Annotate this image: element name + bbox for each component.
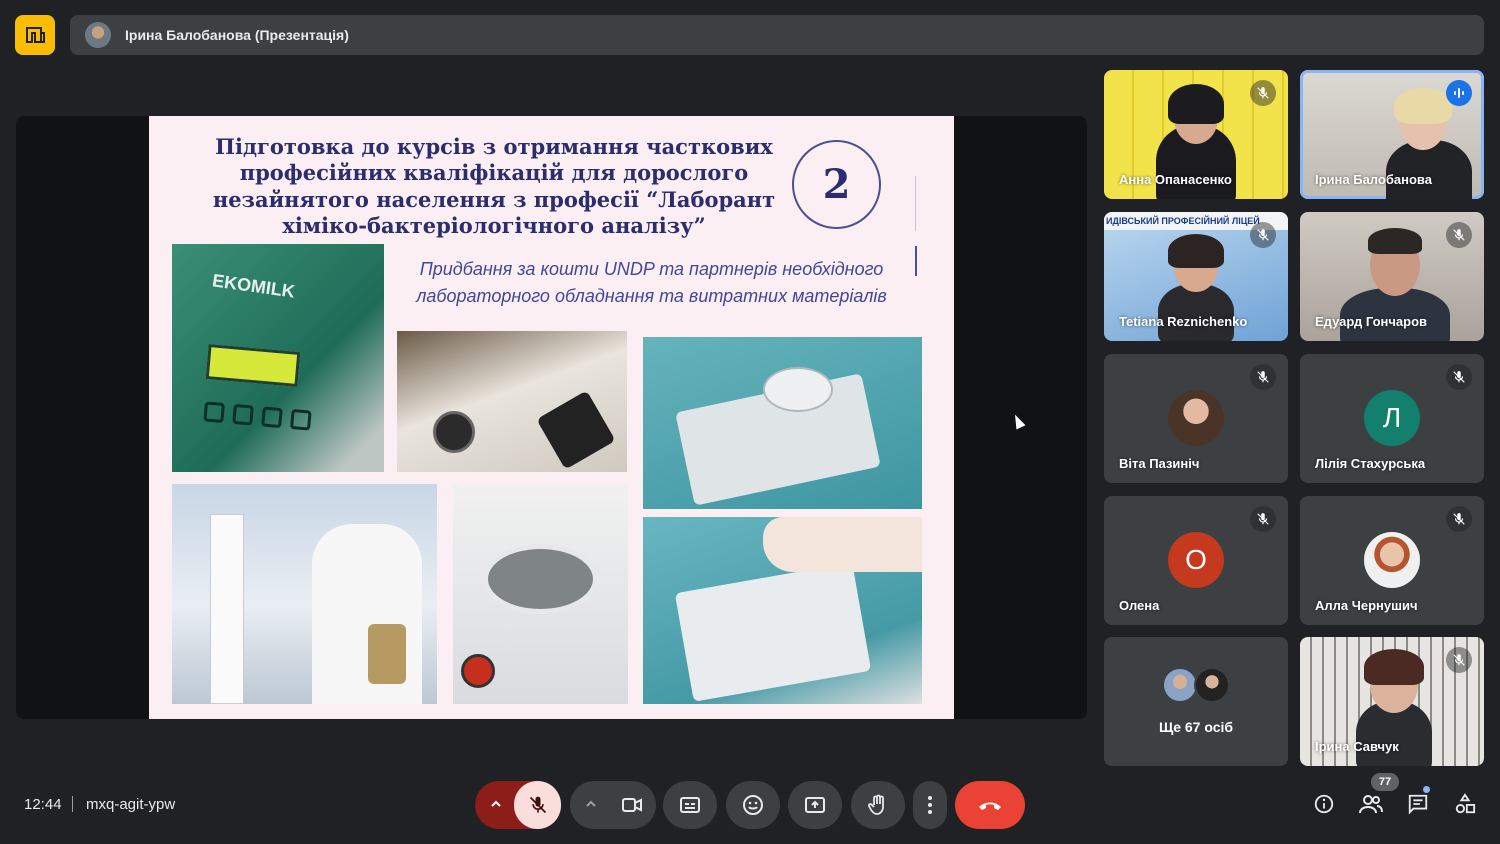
presentation-stage[interactable]: Підготовка до курсів з отримання частков… (16, 116, 1087, 719)
meet-window: Ірина Балобанова (Презентація) Підготовк… (0, 0, 1500, 844)
camera-icon[interactable] (620, 793, 644, 817)
more-vert-icon (927, 795, 933, 815)
photo-scale (643, 337, 922, 509)
participant-name: Ірина Балобанова (1315, 172, 1432, 187)
participant-tile[interactable]: ИДІВСЬКИЙ ПРОФЕСІЙНИЙ ЛІЦЕЙ Tetiana Rezn… (1104, 212, 1288, 341)
mic-off-icon[interactable] (514, 781, 561, 829)
photo-brand-label: EKOMILK (211, 270, 297, 302)
mic-off-icon (1446, 647, 1472, 673)
hand-icon (866, 793, 890, 817)
participant-name: Лілія Стахурська (1315, 456, 1426, 471)
presenter-bar[interactable]: Ірина Балобанова (Презентація) (70, 15, 1484, 55)
mic-off-icon (1446, 222, 1472, 248)
participant-tile[interactable]: О Олена (1104, 496, 1288, 625)
avatar (1162, 667, 1198, 703)
microphone-control[interactable] (475, 781, 561, 829)
raise-hand-button[interactable] (851, 781, 905, 829)
emoji-button[interactable] (726, 781, 780, 829)
avatar (1194, 667, 1230, 703)
chevron-up-icon[interactable] (488, 796, 504, 812)
captions-button[interactable] (663, 781, 717, 829)
participant-name: Алла Чернушич (1315, 598, 1418, 613)
speaking-indicator-icon (1446, 80, 1472, 106)
participant-name: Едуард Гончаров (1315, 314, 1428, 329)
photo-lab-worker (172, 484, 437, 704)
mic-off-icon (1250, 80, 1276, 106)
meeting-code: mxq-agit-ypw (86, 796, 176, 813)
photo-milk-analyzer: EKOMILK (172, 244, 384, 472)
people-icon[interactable] (1359, 792, 1383, 816)
more-participants-label: Ще 67 осіб (1158, 719, 1234, 735)
leave-call-button[interactable] (955, 781, 1025, 829)
more-participants-tile[interactable]: Ще 67 осіб (1104, 637, 1288, 766)
avatar (1364, 532, 1420, 588)
chat-icon[interactable] (1406, 792, 1430, 816)
present-button[interactable] (788, 781, 842, 829)
participant-name: Олена (1119, 598, 1160, 613)
hangup-icon (977, 798, 1003, 812)
participant-name: Ірина Савчук (1315, 739, 1399, 754)
participant-tile[interactable]: Алла Чернушич (1300, 496, 1484, 625)
divider (915, 176, 916, 231)
divider (915, 246, 917, 276)
mic-off-icon (1250, 222, 1276, 248)
participant-name: Віта Пазиніч (1119, 456, 1200, 471)
slide-number: 2 (792, 140, 881, 229)
participant-name: Tetiana Reznichenko (1119, 314, 1248, 329)
activities-icon[interactable] (1453, 792, 1477, 816)
more-options-button[interactable] (913, 781, 947, 829)
presenter-avatar (85, 22, 111, 48)
present-icon (803, 793, 827, 817)
slide-title: Підготовка до курсів з отримання частков… (212, 134, 776, 238)
participant-tile[interactable]: Ірина Балобанова (1300, 70, 1484, 199)
avatar: О (1168, 532, 1224, 588)
meet-logo-icon[interactable] (15, 15, 55, 55)
mic-off-icon (1446, 364, 1472, 390)
photo-analytical-balance (643, 517, 922, 704)
photo-centrifuge (453, 484, 628, 704)
participant-name: Анна Опанасенко (1119, 172, 1232, 187)
participant-tile[interactable]: Анна Опанасенко (1104, 70, 1288, 199)
participant-tile[interactable]: Ірина Савчук (1300, 637, 1484, 766)
camera-control[interactable] (570, 781, 656, 829)
participant-count-badge: 77 (1371, 773, 1399, 791)
mic-off-icon (1250, 506, 1276, 532)
mic-off-icon (1446, 506, 1472, 532)
avatar (1168, 390, 1224, 446)
mic-off-icon (1250, 364, 1276, 390)
participant-tile[interactable]: Л Лілія Стахурська (1300, 354, 1484, 483)
info-icon[interactable] (1312, 792, 1336, 816)
avatar: Л (1364, 390, 1420, 446)
clock: 12:44 (24, 796, 62, 813)
chevron-up-icon[interactable] (583, 796, 599, 812)
presenter-name: Ірина Балобанова (Презентація) (125, 27, 349, 43)
emoji-icon (741, 793, 765, 817)
slide-subtitle: Придбання за кошти UNDP та партнерів нео… (416, 259, 887, 306)
photo-grain-meter (397, 331, 627, 472)
unread-indicator (1423, 786, 1430, 793)
divider (72, 796, 73, 812)
participant-tile[interactable]: Віта Пазиніч (1104, 354, 1288, 483)
slide: Підготовка до курсів з отримання частков… (149, 116, 954, 719)
participant-tile[interactable]: Едуард Гончаров (1300, 212, 1484, 341)
captions-icon (678, 793, 702, 817)
